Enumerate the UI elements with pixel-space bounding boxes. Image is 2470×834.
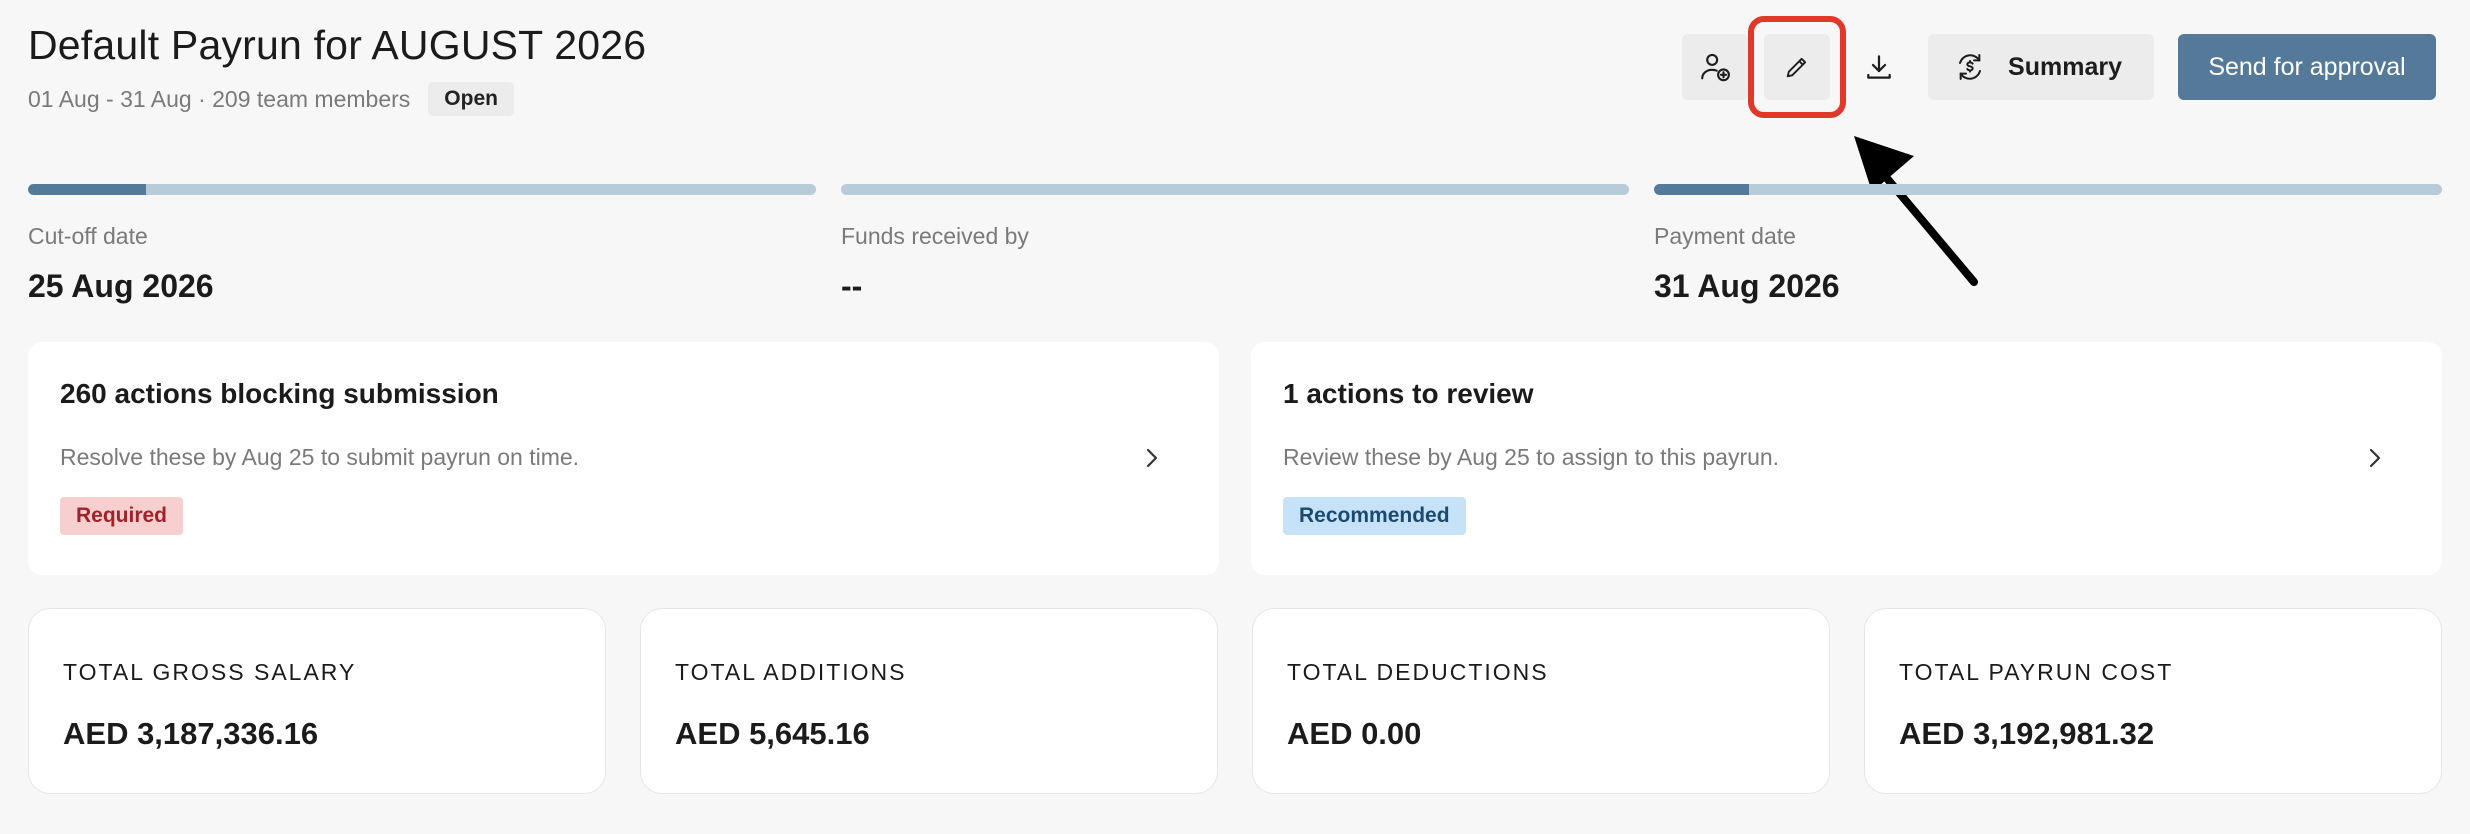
total-additions-card: TOTAL ADDITIONS AED 5,645.16: [640, 608, 1218, 794]
timeline-progress-fill: [28, 184, 147, 195]
recommended-badge: Recommended: [1283, 497, 1466, 535]
action-title: 1 actions to review: [1283, 378, 1534, 409]
pencil-icon: [1786, 57, 1807, 78]
totals-row: TOTAL GROSS SALARY AED 3,187,336.16 TOTA…: [28, 608, 2442, 794]
blocking-actions-card[interactable]: 260 actions blocking submission Resolve …: [28, 342, 1219, 575]
review-actions-card[interactable]: 1 actions to review Review these by Aug …: [1251, 342, 2442, 575]
action-cards: 260 actions blocking submission Resolve …: [28, 342, 2442, 575]
user-add-icon: [1701, 53, 1730, 82]
edit-button[interactable]: [1748, 16, 1847, 118]
download-icon: [1867, 55, 1891, 79]
timeline-progress-bar: [1654, 184, 2442, 195]
total-payrun-cost-card: TOTAL PAYRUN COST AED 3,192,981.32: [1864, 608, 2442, 794]
total-label: TOTAL DEDUCTIONS: [1287, 659, 1549, 685]
timeline-value: 25 Aug 2026: [28, 268, 214, 304]
timeline-progress-bar: [841, 184, 1629, 195]
chevron-right-icon: [2369, 448, 2381, 468]
chevron-right-icon: [1146, 448, 1158, 468]
toolbar: Summary Send for approval: [1682, 16, 2436, 118]
timeline-label: Cut-off date: [28, 223, 148, 249]
page-title: Default Payrun for AUGUST 2026: [28, 22, 647, 68]
total-label: TOTAL ADDITIONS: [675, 659, 907, 685]
total-value: AED 5,645.16: [675, 716, 870, 751]
payrun-page: Default Payrun for AUGUST 2026 01 Aug - …: [0, 0, 2470, 834]
total-label: TOTAL PAYRUN COST: [1899, 659, 2174, 685]
download-button[interactable]: [1846, 34, 1912, 100]
send-for-approval-button[interactable]: Send for approval: [2178, 34, 2436, 100]
timeline-progress-bar: [28, 184, 816, 195]
required-badge: Required: [60, 497, 184, 535]
page-subtitle-row: 01 Aug - 31 Aug · 209 team members Open: [28, 82, 514, 116]
refresh-dollar-icon: [1959, 54, 1982, 80]
timeline-cutoff: Cut-off date 25 Aug 2026: [28, 184, 816, 305]
action-title: 260 actions blocking submission: [60, 378, 499, 409]
timeline-payment: Payment date 31 Aug 2026: [1654, 184, 2442, 305]
timeline-value: --: [841, 268, 863, 304]
total-gross-salary-card: TOTAL GROSS SALARY AED 3,187,336.16: [28, 608, 606, 794]
add-member-button[interactable]: [1682, 34, 1749, 100]
total-value: AED 0.00: [1287, 716, 1422, 751]
timeline-progress-fill: [1654, 184, 1749, 195]
payrun-period: 01 Aug - 31 Aug · 209 team members: [28, 85, 411, 112]
action-description: Resolve these by Aug 25 to submit payrun…: [60, 444, 580, 470]
status-badge: Open: [428, 82, 514, 116]
total-label: TOTAL GROSS SALARY: [63, 659, 357, 685]
total-value: AED 3,187,336.16: [63, 716, 319, 751]
timeline-funds: Funds received by --: [841, 184, 1629, 305]
summary-button[interactable]: Summary: [1928, 34, 2154, 100]
action-description: Review these by Aug 25 to assign to this…: [1283, 444, 1780, 470]
summary-label: Summary: [2008, 52, 2122, 81]
timeline-label: Funds received by: [841, 223, 1029, 249]
timeline-label: Payment date: [1654, 223, 1796, 249]
payrun-timeline: Cut-off date 25 Aug 2026 Funds received …: [28, 184, 2442, 305]
timeline-value: 31 Aug 2026: [1654, 268, 1840, 304]
total-deductions-card: TOTAL DEDUCTIONS AED 0.00: [1252, 608, 1830, 794]
total-value: AED 3,192,981.32: [1899, 716, 2155, 751]
